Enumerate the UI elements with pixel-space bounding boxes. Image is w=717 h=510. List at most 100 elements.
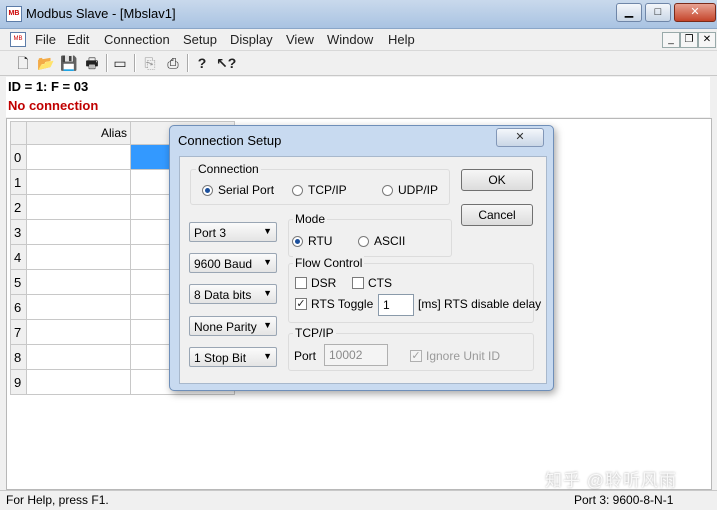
menu-window[interactable]: Window [327, 32, 373, 47]
cancel-button[interactable]: Cancel [461, 204, 533, 226]
close-button[interactable]: ✕ [674, 3, 716, 22]
row-header: 1 [10, 169, 27, 195]
watermark: 知乎 @聆听风雨 [545, 471, 677, 490]
chevron-down-icon: ▼ [263, 288, 272, 298]
rts-toggle-checkbox[interactable]: ✓ [295, 298, 307, 310]
row-header: 5 [10, 269, 27, 295]
document-icon[interactable]: MB [10, 32, 26, 47]
rts-delay-input[interactable]: 1 [378, 294, 414, 316]
row-header: 6 [10, 294, 27, 320]
alias-cell[interactable] [26, 294, 131, 320]
data-bits-select-value: 8 Data bits [194, 288, 252, 302]
serial-port-radio[interactable] [202, 185, 213, 196]
chevron-down-icon: ▼ [263, 257, 272, 267]
alias-column-header: Alias [26, 121, 131, 145]
menu-setup[interactable]: Setup [183, 32, 217, 47]
toolbar-separator [106, 54, 108, 72]
parity-select-value: None Parity [194, 320, 257, 334]
dsr-checkbox[interactable] [295, 277, 307, 289]
slave-id-label: ID = 1: F = 03 [8, 79, 89, 94]
alias-cell[interactable] [26, 144, 131, 170]
rtu-label: RTU [308, 234, 333, 248]
connection-group-label: Connection [196, 162, 261, 176]
serial-port-label: Serial Port [218, 183, 275, 197]
context-help-icon[interactable]: ↖? [216, 54, 236, 72]
tcp-port-label: Port [294, 349, 317, 363]
mdi-minimize-button[interactable]: _ [662, 32, 680, 48]
menu-view[interactable]: View [286, 32, 314, 47]
port-select-value: Port 3 [194, 226, 227, 240]
rts-delay-label: [ms] RTS disable delay [418, 297, 542, 311]
flow-control-group-label: Flow Control [293, 256, 365, 270]
alias-cell[interactable] [26, 244, 131, 270]
help-status: For Help, press F1. [6, 493, 109, 507]
data-bits-select[interactable]: 8 Data bits ▼ [189, 284, 277, 304]
stop-bit-select[interactable]: 1 Stop Bit ▼ [189, 347, 277, 367]
menu-bar: MB File Edit Connection Setup Display Vi… [0, 29, 717, 49]
grid-corner [10, 121, 27, 145]
baud-select[interactable]: 9600 Baud ▼ [189, 253, 277, 273]
connect-icon[interactable]: ⎘ [141, 54, 159, 72]
dialog-body: Connection Serial Port TCP/IP UDP/IP OK … [179, 156, 547, 384]
baud-select-value: 9600 Baud [194, 257, 253, 271]
rtu-radio[interactable] [292, 236, 303, 247]
dsr-label: DSR [311, 276, 337, 290]
connection-status: No connection [8, 98, 99, 113]
ignore-unit-id-label: Ignore Unit ID [426, 349, 501, 363]
ok-button[interactable]: OK [461, 169, 533, 191]
menu-connection[interactable]: Connection [104, 32, 170, 47]
new-file-icon[interactable]: 🗋 [14, 54, 32, 72]
title-bar: MB Modbus Slave - [Mbslav1] ▁ □ ✕ [0, 0, 717, 29]
parity-select[interactable]: None Parity ▼ [189, 316, 277, 336]
udpip-radio[interactable] [382, 185, 393, 196]
dialog-close-button[interactable]: ✕ [496, 128, 544, 147]
toolbar: 🗋 📂 💾 🖶 ▭ ⎘ ⎙ ? ↖? [0, 50, 717, 76]
row-header: 3 [10, 219, 27, 245]
print-icon[interactable]: 🖶 [83, 54, 101, 72]
menu-display[interactable]: Display [230, 32, 273, 47]
alias-cell[interactable] [26, 169, 131, 195]
alias-cell[interactable] [26, 344, 131, 370]
connection-setup-dialog: Connection Setup ✕ Connection Serial Por… [169, 125, 554, 391]
menu-edit[interactable]: Edit [67, 32, 89, 47]
printer-setup-icon[interactable]: ⎙ [164, 54, 182, 72]
ignore-unit-id-checkbox[interactable]: ✓ [410, 350, 422, 362]
mode-group-label: Mode [293, 212, 328, 226]
cts-checkbox[interactable] [352, 277, 364, 289]
alias-cell[interactable] [26, 194, 131, 220]
alias-cell[interactable] [26, 319, 131, 345]
toolbar-separator [187, 54, 189, 72]
menu-help[interactable]: Help [388, 32, 415, 47]
mdi-close-button[interactable]: ✕ [698, 32, 716, 48]
tcpip-group-label: TCP/IP [293, 326, 336, 340]
rts-toggle-label: RTS Toggle [311, 297, 374, 311]
alias-cell[interactable] [26, 369, 131, 395]
open-folder-icon[interactable]: 📂 [37, 54, 55, 72]
info-panel: ID = 1: F = 03 No connection [6, 77, 710, 117]
cts-label: CTS [368, 276, 392, 290]
mdi-restore-button[interactable]: ❐ [680, 32, 698, 48]
menu-file[interactable]: File [35, 32, 56, 47]
row-header: 0 [10, 144, 27, 170]
minimize-button[interactable]: ▁ [616, 3, 642, 22]
save-icon[interactable]: 💾 [60, 54, 78, 72]
ascii-radio[interactable] [358, 236, 369, 247]
tcp-port-input[interactable]: 10002 [324, 344, 388, 366]
tcpip-radio[interactable] [292, 185, 303, 196]
udpip-label: UDP/IP [398, 183, 439, 197]
alias-cell[interactable] [26, 219, 131, 245]
row-header: 4 [10, 244, 27, 270]
window-icon[interactable]: ▭ [111, 54, 129, 72]
chevron-down-icon: ▼ [263, 226, 272, 236]
chevron-down-icon: ▼ [263, 320, 272, 330]
port-select[interactable]: Port 3 ▼ [189, 222, 277, 242]
alias-cell[interactable] [26, 269, 131, 295]
maximize-button[interactable]: □ [645, 3, 671, 22]
help-icon[interactable]: ? [193, 54, 211, 72]
toolbar-separator [134, 54, 136, 72]
row-header: 7 [10, 319, 27, 345]
window-title: Modbus Slave - [Mbslav1] [26, 6, 176, 21]
ascii-label: ASCII [374, 234, 406, 248]
status-bar: For Help, press F1. Port 3: 9600-8-N-1 [0, 490, 717, 510]
dialog-title: Connection Setup [178, 133, 282, 148]
